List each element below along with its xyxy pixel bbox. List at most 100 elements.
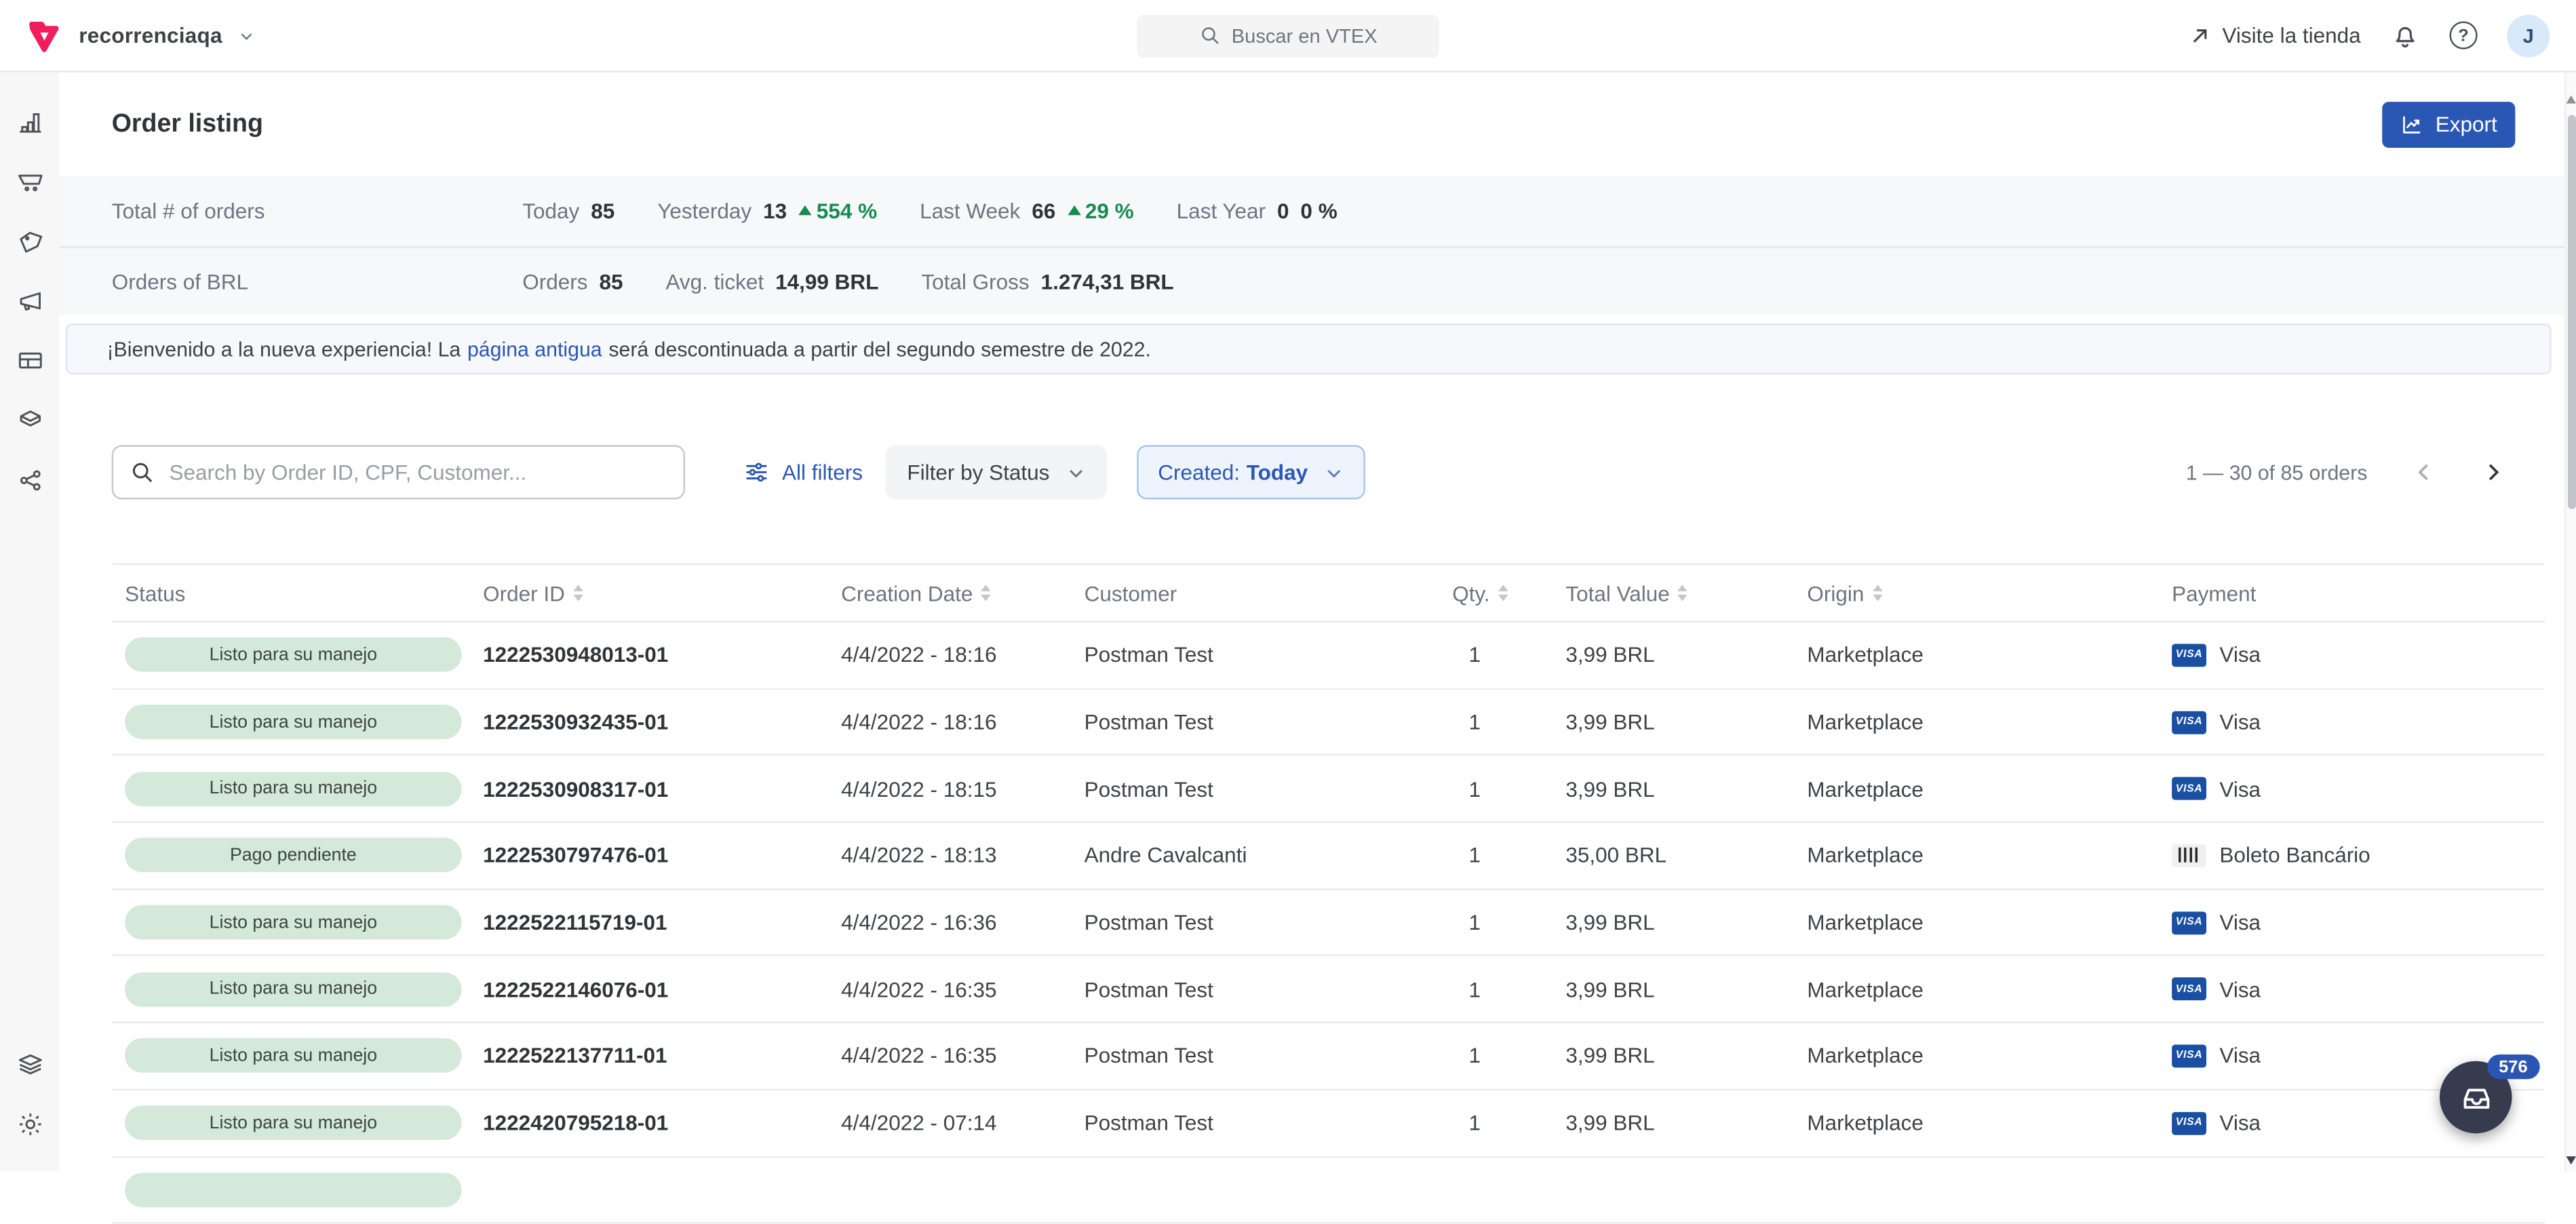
- help-button[interactable]: ?: [2449, 21, 2477, 49]
- metric-today: Today 85: [522, 198, 614, 222]
- table-row[interactable]: Listo para su manejo 1222530948013-01 4/…: [112, 623, 2545, 690]
- creation-date-cell: 4/4/2022 - 18:15: [841, 776, 1084, 801]
- avatar[interactable]: J: [2507, 14, 2550, 57]
- order-id-cell: 1222530797476-01: [483, 844, 841, 868]
- creation-date-cell: 4/4/2022 - 16:35: [841, 1044, 1084, 1068]
- vtex-admin-page: recorrenciaqa Buscar en VTEX Visite la t…: [0, 0, 2576, 1170]
- table-row-partial[interactable]: [112, 1157, 2545, 1224]
- filter-by-status-dropdown[interactable]: Filter by Status: [886, 445, 1107, 499]
- creation-date-cell: 4/4/2022 - 07:14: [841, 1111, 1084, 1135]
- cart-icon[interactable]: [16, 168, 43, 196]
- table-row[interactable]: Listo para su manejo 1222530932435-01 4/…: [112, 690, 2545, 757]
- col-order-id[interactable]: Order ID: [483, 580, 841, 605]
- banner-text: será descontinuada a partir del segundo …: [608, 338, 1151, 361]
- sort-icon: [573, 585, 583, 601]
- order-id-cell: 1222530948013-01: [483, 643, 841, 667]
- stats-row-brl: Orders of BRL Orders 85 Avg. ticket 14,9…: [59, 245, 2564, 315]
- table-row[interactable]: Listo para su manejo 1222420795218-01 4/…: [112, 1090, 2545, 1158]
- page-title: Order listing: [112, 109, 263, 139]
- export-button[interactable]: Export: [2383, 101, 2515, 147]
- created-filter-dropdown[interactable]: Created:Today: [1137, 445, 1365, 499]
- qty-cell: 1: [1439, 910, 1566, 934]
- visa-icon: VISA: [2172, 1111, 2206, 1134]
- order-id-cell: 1222522115719-01: [483, 910, 841, 934]
- vtex-logo-icon: [26, 17, 62, 53]
- table-row[interactable]: Listo para su manejo 1222522146076-01 4/…: [112, 957, 2545, 1024]
- visa-icon: VISA: [2172, 711, 2206, 734]
- avatar-initial: J: [2523, 24, 2534, 47]
- tag-icon[interactable]: [16, 228, 43, 256]
- layers-icon[interactable]: [16, 1050, 43, 1078]
- sort-icon: [1873, 585, 1883, 601]
- stats-row-orders: Total # of orders Today 85 Yesterday 13 …: [59, 176, 2564, 245]
- customer-cell: Andre Cavalcanti: [1085, 844, 1439, 868]
- all-filters-button[interactable]: All filters: [744, 460, 863, 484]
- global-search[interactable]: Buscar en VTEX: [1137, 14, 1439, 57]
- payment-cell: VISAVisa: [2172, 643, 2545, 667]
- delta-up-icon: [1067, 205, 1080, 216]
- bell-icon: [2390, 20, 2420, 50]
- notifications-fab[interactable]: 576: [2440, 1061, 2512, 1134]
- storefront-table-icon[interactable]: [16, 347, 43, 375]
- package-icon[interactable]: [16, 406, 43, 434]
- qty-cell: 1: [1439, 1044, 1566, 1068]
- pagination-prev-button[interactable]: [2410, 459, 2436, 486]
- metric-last-week: Last Week 66 29 %: [920, 198, 1134, 222]
- gear-icon[interactable]: [16, 1109, 43, 1137]
- banner-text: ¡Bienvenido a la nueva experiencia! La: [106, 338, 461, 361]
- customer-cell: Postman Test: [1085, 643, 1439, 667]
- old-page-link[interactable]: página antigua: [467, 338, 602, 361]
- visit-store-link[interactable]: Visite la tienda: [2188, 23, 2361, 47]
- visa-icon: VISA: [2172, 644, 2206, 667]
- pagination: 1 — 30 of 85 orders: [2186, 459, 2505, 486]
- qty-cell: 1: [1439, 1111, 1566, 1135]
- table-row[interactable]: Pago pendiente 1222530797476-01 4/4/2022…: [112, 823, 2545, 890]
- stats-row-label: Orders of BRL: [112, 269, 523, 294]
- visit-store-label: Visite la tienda: [2222, 23, 2360, 47]
- pagination-next-button[interactable]: [2479, 459, 2505, 486]
- order-id-cell: 1222530932435-01: [483, 709, 841, 734]
- creation-date-cell: 4/4/2022 - 18:13: [841, 844, 1084, 868]
- table-row[interactable]: Listo para su manejo 1222522115719-01 4/…: [112, 890, 2545, 957]
- col-qty[interactable]: Qty.: [1439, 580, 1566, 605]
- chevron-down-icon: [239, 27, 255, 43]
- total-value-cell: 3,99 BRL: [1565, 709, 1807, 734]
- chevron-down-icon: [1324, 462, 1344, 482]
- qty-cell: 1: [1439, 977, 1566, 1002]
- scrollbar-thumb[interactable]: [2568, 115, 2576, 509]
- scroll-up-arrow[interactable]: [2566, 95, 2576, 103]
- status-badge: Listo para su manejo: [125, 772, 462, 806]
- origin-cell: Marketplace: [1807, 776, 2172, 801]
- total-value-cell: 3,99 BRL: [1565, 776, 1807, 801]
- qty-cell: 1: [1439, 643, 1566, 667]
- col-total-value[interactable]: Total Value: [1565, 580, 1807, 605]
- megaphone-icon[interactable]: [16, 288, 43, 315]
- topbar-actions: Visite la tienda ? J: [2188, 14, 2550, 57]
- payment-cell: VISAVisa: [2172, 977, 2545, 1002]
- barcode-icon: [2172, 844, 2206, 867]
- notifications-button[interactable]: [2390, 20, 2420, 50]
- customer-cell: Postman Test: [1085, 1111, 1439, 1135]
- share-icon[interactable]: [16, 466, 43, 494]
- table-row[interactable]: Listo para su manejo 1222530908317-01 4/…: [112, 756, 2545, 823]
- orders-search-input[interactable]: [112, 445, 685, 499]
- scroll-down-arrow[interactable]: [2566, 1156, 2576, 1164]
- table-row[interactable]: Listo para su manejo 1222522137711-01 4/…: [112, 1023, 2545, 1090]
- inbox-icon: [2459, 1080, 2493, 1115]
- delta-up-icon: [798, 205, 811, 216]
- status-badge: Listo para su manejo: [125, 905, 462, 940]
- status-badge: Listo para su manejo: [125, 1039, 462, 1073]
- stats-row-label: Total # of orders: [112, 198, 523, 222]
- all-filters-label: All filters: [782, 460, 863, 484]
- account-switcher[interactable]: recorrenciaqa: [26, 17, 255, 53]
- order-id-cell: 1222522137711-01: [483, 1044, 841, 1068]
- col-origin[interactable]: Origin: [1807, 580, 2172, 605]
- col-creation-date[interactable]: Creation Date: [841, 580, 1084, 605]
- origin-cell: Marketplace: [1807, 1111, 2172, 1135]
- status-badge: Listo para su manejo: [125, 1106, 462, 1141]
- bar-chart-icon[interactable]: [16, 108, 43, 136]
- qty-cell: 1: [1439, 844, 1566, 868]
- sidebar: [0, 73, 59, 1170]
- global-search-placeholder: Buscar en VTEX: [1232, 24, 1378, 47]
- external-link-icon: [2188, 24, 2211, 47]
